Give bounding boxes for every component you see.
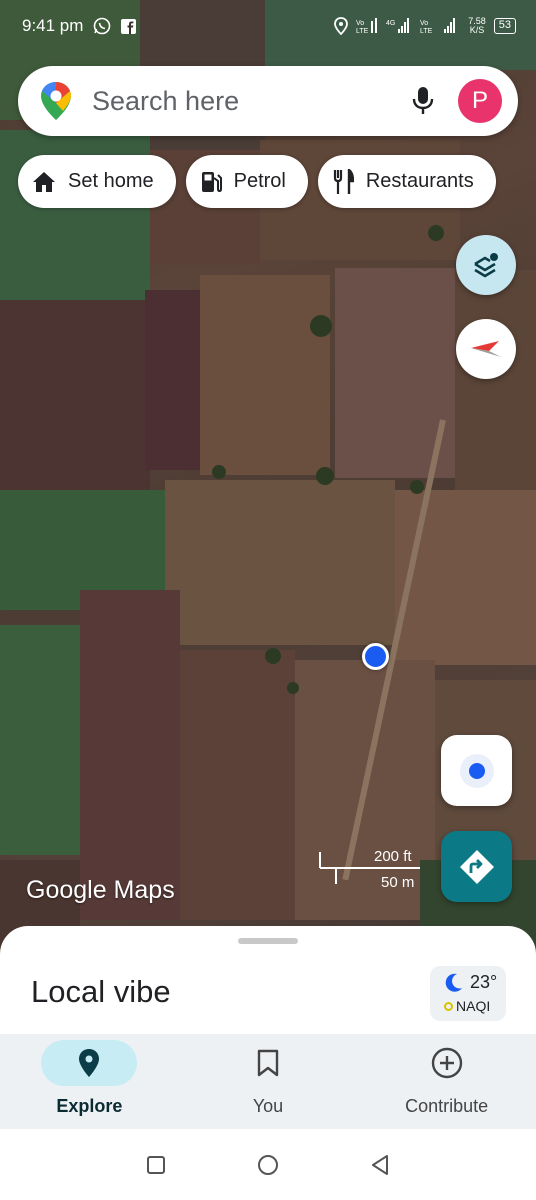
chip-label: Restaurants bbox=[365, 170, 474, 192]
home-icon bbox=[33, 171, 55, 192]
status-bar: 9:41 pm Vo LTE 4G Vo LTE 7.58 K/S 53 bbox=[0, 0, 536, 52]
aqi-status-dot bbox=[444, 1002, 453, 1011]
location-status-icon bbox=[334, 17, 349, 35]
google-maps-logo-icon bbox=[41, 82, 71, 120]
chip-label: Set home bbox=[68, 170, 154, 192]
svg-text:Vo: Vo bbox=[420, 20, 428, 27]
my-location-button[interactable] bbox=[441, 735, 512, 806]
nav-explore-pill bbox=[41, 1040, 138, 1086]
directions-button[interactable] bbox=[441, 831, 512, 902]
svg-text:LTE: LTE bbox=[356, 28, 369, 35]
avatar[interactable]: P bbox=[458, 79, 502, 123]
location-pin-icon bbox=[79, 1049, 100, 1077]
chip-set-home[interactable]: Set home bbox=[18, 155, 176, 208]
add-circle-icon bbox=[431, 1047, 462, 1079]
back-icon[interactable] bbox=[369, 1153, 391, 1177]
sheet-title: Local vibe bbox=[31, 974, 171, 1009]
svg-text:LTE: LTE bbox=[420, 28, 433, 35]
scale-m: 50 m bbox=[381, 874, 415, 891]
nav-you[interactable]: You bbox=[179, 1034, 358, 1129]
bookmark-icon bbox=[257, 1049, 279, 1077]
svg-text:4G: 4G bbox=[386, 20, 395, 27]
whatsapp-icon bbox=[94, 17, 111, 35]
satellite-map[interactable] bbox=[0, 0, 536, 960]
search-input[interactable]: Search here bbox=[92, 86, 412, 117]
nav-explore[interactable]: Explore bbox=[0, 1034, 179, 1129]
google-maps-brand: Google Maps bbox=[26, 876, 175, 904]
restaurant-icon bbox=[333, 168, 354, 194]
category-chips: Set home Petrol Restaurants bbox=[18, 155, 496, 208]
search-bar[interactable]: Search here P bbox=[18, 66, 518, 136]
bottom-sheet[interactable]: Local vibe 23° NAQI bbox=[0, 926, 536, 1034]
my-location-icon bbox=[459, 753, 494, 788]
volte-signal-icon: Vo LTE bbox=[356, 18, 378, 35]
chip-restaurants[interactable]: Restaurants bbox=[317, 155, 496, 208]
bottom-navigation: Explore You Contribute bbox=[0, 1034, 536, 1129]
network-speed: 7.58 K/S bbox=[468, 16, 486, 35]
scale-ft: 200 ft bbox=[374, 848, 412, 865]
map-scale: 200 ft 50 m bbox=[318, 846, 422, 892]
layers-button[interactable] bbox=[456, 235, 516, 295]
svg-text:Vo: Vo bbox=[356, 20, 364, 27]
4g-signal-icon: 4G bbox=[386, 18, 410, 33]
nav-contribute[interactable]: Contribute bbox=[357, 1034, 536, 1129]
weather-temp: 23° bbox=[470, 972, 498, 992]
battery-indicator: 53 bbox=[493, 18, 516, 34]
avatar-letter: P bbox=[471, 87, 488, 114]
nav-label: Contribute bbox=[405, 1096, 489, 1116]
facebook-icon bbox=[121, 18, 137, 34]
nav-label: Explore bbox=[56, 1096, 123, 1116]
chip-petrol[interactable]: Petrol bbox=[185, 155, 308, 208]
directions-icon bbox=[459, 849, 494, 884]
my-location-dot bbox=[362, 643, 389, 670]
compass-button[interactable] bbox=[456, 319, 516, 379]
nav-you-pill bbox=[220, 1040, 316, 1086]
status-time: 9:41 pm bbox=[22, 16, 84, 35]
moon-icon bbox=[445, 973, 462, 992]
nav-contribute-pill bbox=[399, 1040, 495, 1086]
compass-icon bbox=[471, 341, 501, 357]
microphone-icon[interactable] bbox=[412, 86, 434, 116]
sheet-drag-handle[interactable] bbox=[238, 938, 298, 944]
nav-label: You bbox=[252, 1096, 284, 1116]
volte-signal-2-icon: Vo LTE bbox=[420, 18, 456, 35]
chip-label: Petrol bbox=[233, 170, 286, 192]
recents-icon[interactable] bbox=[145, 1154, 167, 1176]
weather-badge[interactable]: 23° NAQI bbox=[430, 966, 506, 1021]
fuel-icon bbox=[201, 171, 222, 192]
layers-icon bbox=[474, 253, 498, 278]
weather-aqi: NAQI bbox=[456, 998, 491, 1014]
home-nav-icon[interactable] bbox=[256, 1153, 280, 1177]
system-navigation-bar bbox=[0, 1129, 536, 1200]
